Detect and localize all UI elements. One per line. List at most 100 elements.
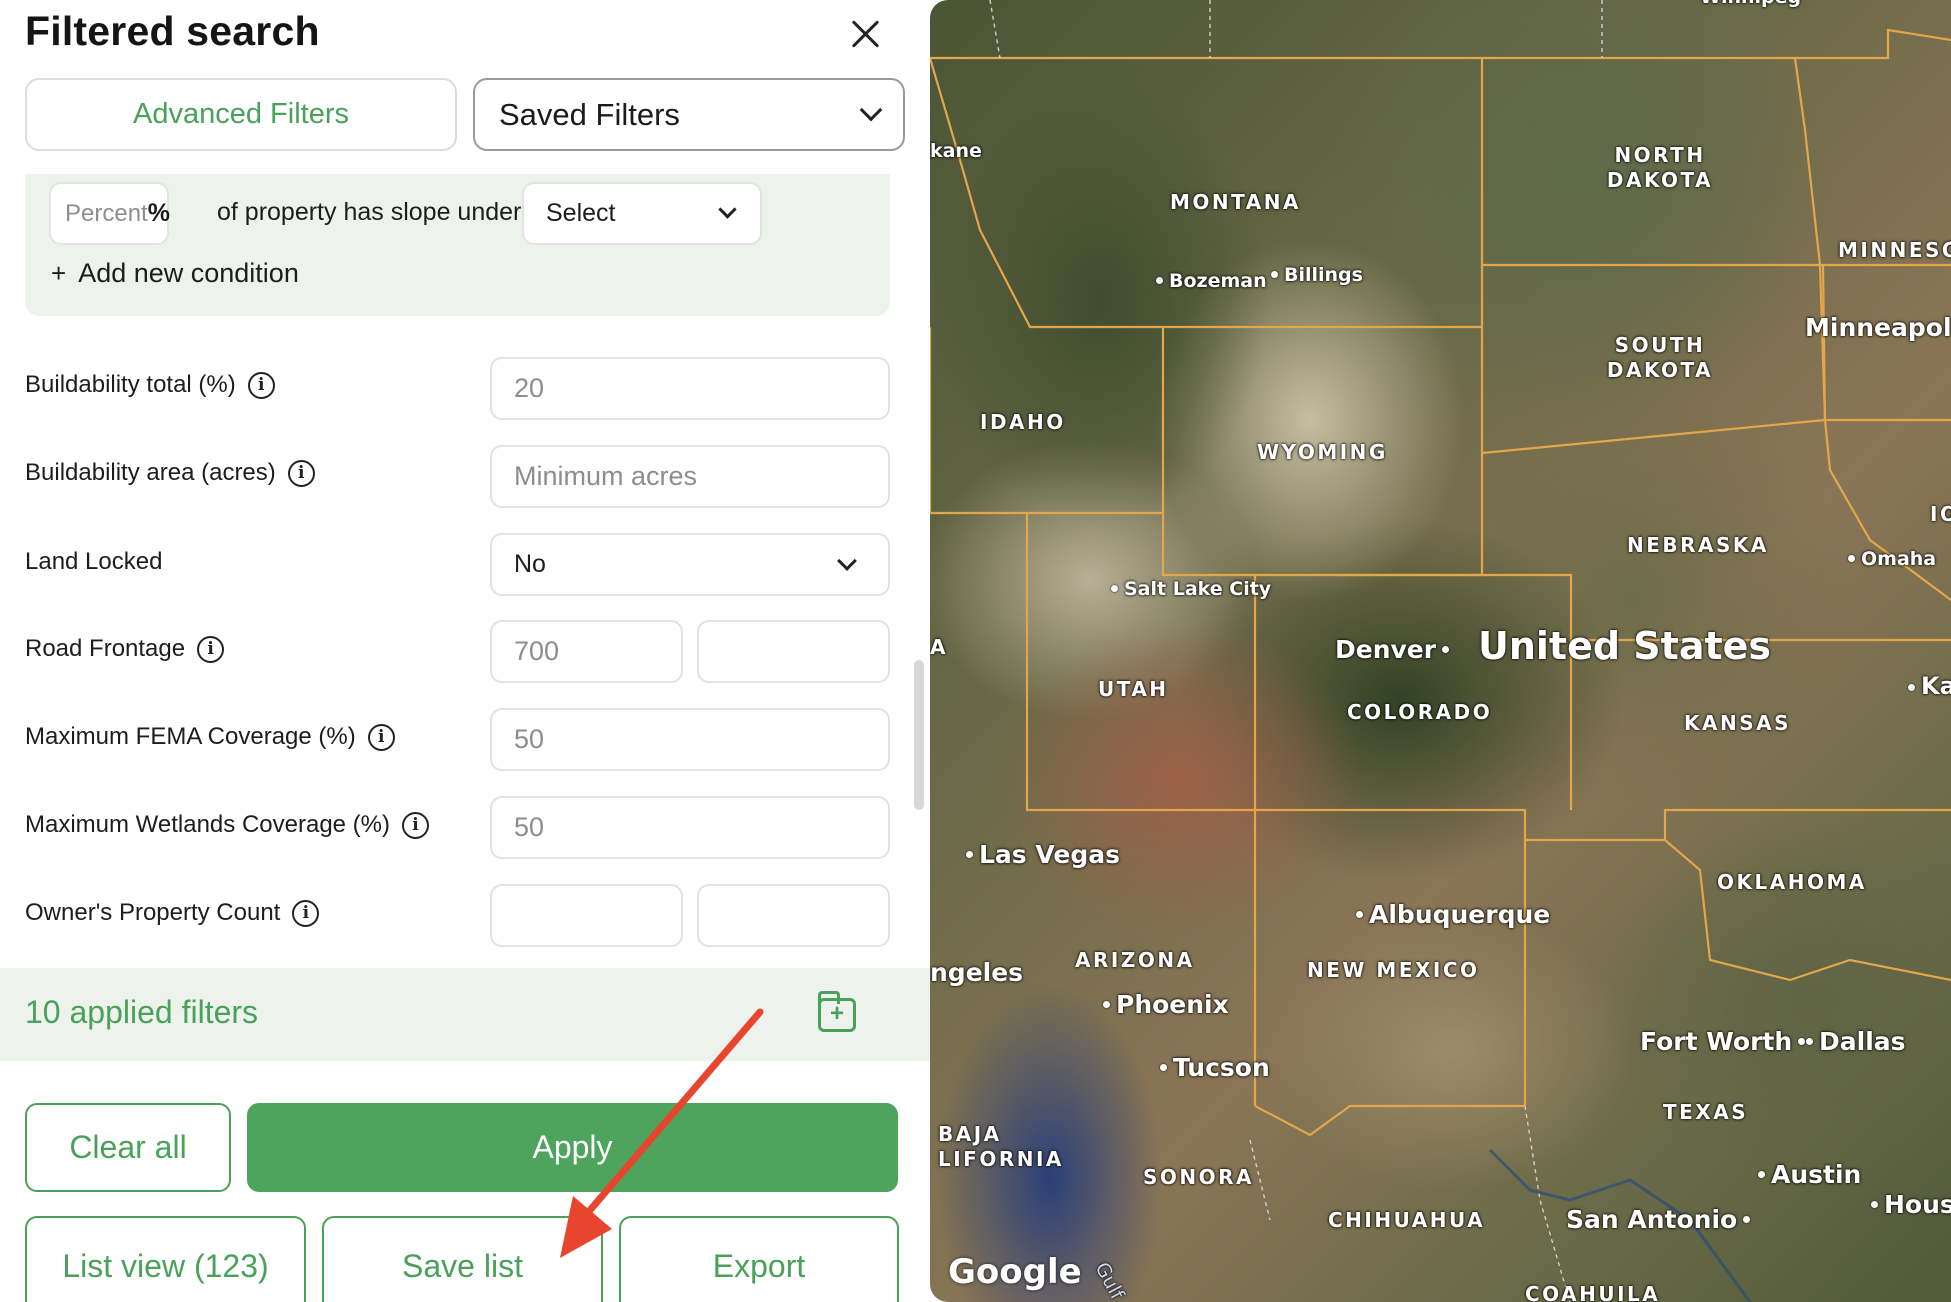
city-label-winnipeg: Winnipeg [1700,0,1801,8]
fema-label: Maximum FEMA Coverage (%) [25,723,356,750]
apply-button[interactable]: Apply [247,1103,898,1192]
satellite-map[interactable]: Winnipeg kane NORTH DAKOTA MONTANA MINNE… [930,0,1951,1302]
buildability-total-input[interactable]: 20 [490,357,890,420]
applied-filters-count: 10 applied filters [25,994,259,1030]
city-label-tucson: Tucson [1154,1053,1270,1082]
info-icon[interactable]: i [287,459,315,487]
city-label-san-antonio: San Antonio [1566,1205,1756,1234]
wetlands-input[interactable]: 50 [490,796,890,859]
advanced-filters-tab[interactable]: Advanced Filters [25,78,457,151]
info-icon[interactable]: i [402,811,430,839]
land-locked-label: Land Locked [25,548,163,575]
saved-filters-dropdown[interactable]: Saved Filters [473,78,905,151]
advanced-filters-label: Advanced Filters [133,98,349,130]
buildability-total-label: Buildability total (%) [25,371,236,398]
city-label-salt-lake-city: Salt Lake City [1105,578,1271,600]
state-label-new-mexico: NEW MEXICO [1307,958,1480,982]
city-label-phoenix: Phoenix [1097,990,1229,1019]
filter-panel: Filtered search Advanced Filters Saved F… [0,0,930,1302]
list-view-button[interactable]: List view (123) [25,1216,306,1302]
close-icon[interactable] [845,10,885,58]
chevron-down-icon [718,200,737,219]
owner-count-label-row: Owner's Property Count i [25,899,320,927]
percent-symbol: % [147,199,170,227]
state-label-montana: MONTANA [1170,190,1301,214]
wetlands-label: Maximum Wetlands Coverage (%) [25,811,391,838]
state-label-coahuila: COAHUILA [1525,1282,1661,1302]
state-label-sonora: SONORA [1143,1165,1255,1189]
google-logo: Google [948,1252,1082,1292]
city-label-bozeman: Bozeman [1150,270,1267,292]
apply-label: Apply [532,1129,613,1165]
add-condition-button[interactable]: + Add new condition [51,258,299,289]
fema-label-row: Maximum FEMA Coverage (%) i [25,723,395,751]
city-label-omaha: Omaha [1842,548,1936,570]
save-list-button[interactable]: Save list [322,1216,603,1302]
applied-filters-bar: 10 applied filters [0,968,930,1061]
buildability-area-placeholder: Minimum acres [514,461,698,491]
city-label-billings: Billings [1265,264,1363,286]
save-list-label: Save list [402,1247,523,1284]
buildability-area-label-row: Buildability area (acres) i [25,459,315,487]
city-label-albuquerque: Albuquerque [1350,900,1550,929]
info-icon[interactable]: i [247,371,275,399]
info-icon[interactable]: i [367,723,395,751]
land-locked-select[interactable]: No [490,533,890,596]
state-label-a: A [930,635,948,659]
land-locked-value: No [514,550,546,578]
chevron-down-icon [837,550,857,571]
city-label-fort-worth: Fort Worth [1640,1027,1811,1056]
road-frontage-label: Road Frontage [25,635,186,662]
state-label-kansas: KANSAS [1684,711,1792,735]
buildability-total-value: 20 [514,373,545,403]
percent-input[interactable]: Percent % [49,182,170,245]
state-label-baja: BAJA LIFORNIA [938,1122,1064,1171]
list-view-label: List view (123) [62,1247,269,1284]
road-frontage-min-input[interactable]: 700 [490,620,683,683]
city-label-ka: Ka [1902,672,1951,700]
save-folder-icon[interactable] [818,991,856,1032]
city-label-dallas: Dallas [1800,1027,1906,1056]
city-label-minneapolis: Minneapolis [1805,313,1951,342]
export-label: Export [712,1247,806,1284]
owner-count-label: Owner's Property Count [25,899,281,926]
state-label-oklahoma: OKLAHOMA [1717,870,1867,894]
state-label-texas: TEXAS [1663,1100,1749,1124]
state-label-idaho: IDAHO [980,410,1066,434]
owner-count-min-input[interactable] [490,884,683,947]
state-label-io: IO [1930,502,1951,526]
state-label-nebraska: NEBRASKA [1627,533,1769,557]
city-label-austin: Austin [1752,1160,1861,1189]
plus-icon: + [51,258,67,288]
city-label-houston: Hous [1865,1190,1951,1219]
info-icon[interactable]: i [292,899,320,927]
wetlands-value: 50 [514,812,545,842]
buildability-area-label: Buildability area (acres) [25,459,276,486]
wetlands-label-row: Maximum Wetlands Coverage (%) i [25,811,430,839]
info-icon[interactable]: i [197,635,225,663]
road-frontage-label-row: Road Frontage i [25,635,225,663]
state-label-utah: UTAH [1098,677,1169,701]
fema-input[interactable]: 50 [490,708,890,771]
owner-count-max-input[interactable] [697,884,890,947]
panel-title: Filtered search [25,8,320,54]
city-label-angeles: ngeles [930,958,1024,987]
road-frontage-min-value: 700 [514,636,560,666]
state-label-chihuahua: CHIHUAHUA [1328,1208,1486,1232]
buildability-area-input[interactable]: Minimum acres [490,445,890,508]
chevron-down-icon [859,98,883,121]
percent-placeholder: Percent [65,199,148,227]
clear-all-button[interactable]: Clear all [25,1103,231,1192]
city-label-denver: Denver [1335,635,1455,664]
export-button[interactable]: Export [619,1216,899,1302]
state-label-wyoming: WYOMING [1257,440,1388,464]
state-label-south-dakota: SOUTH DAKOTA [1606,333,1714,382]
slope-condition-text: of property has slope under [217,198,522,226]
buildability-total-label-row: Buildability total (%) i [25,371,275,399]
add-condition-label: Add new condition [78,258,299,288]
slope-select[interactable]: Select [522,182,762,245]
saved-filters-label: Saved Filters [499,96,680,132]
scrollbar-thumb[interactable] [914,660,924,810]
state-label-north-dakota: NORTH DAKOTA [1606,143,1714,192]
road-frontage-max-input[interactable] [697,620,890,683]
